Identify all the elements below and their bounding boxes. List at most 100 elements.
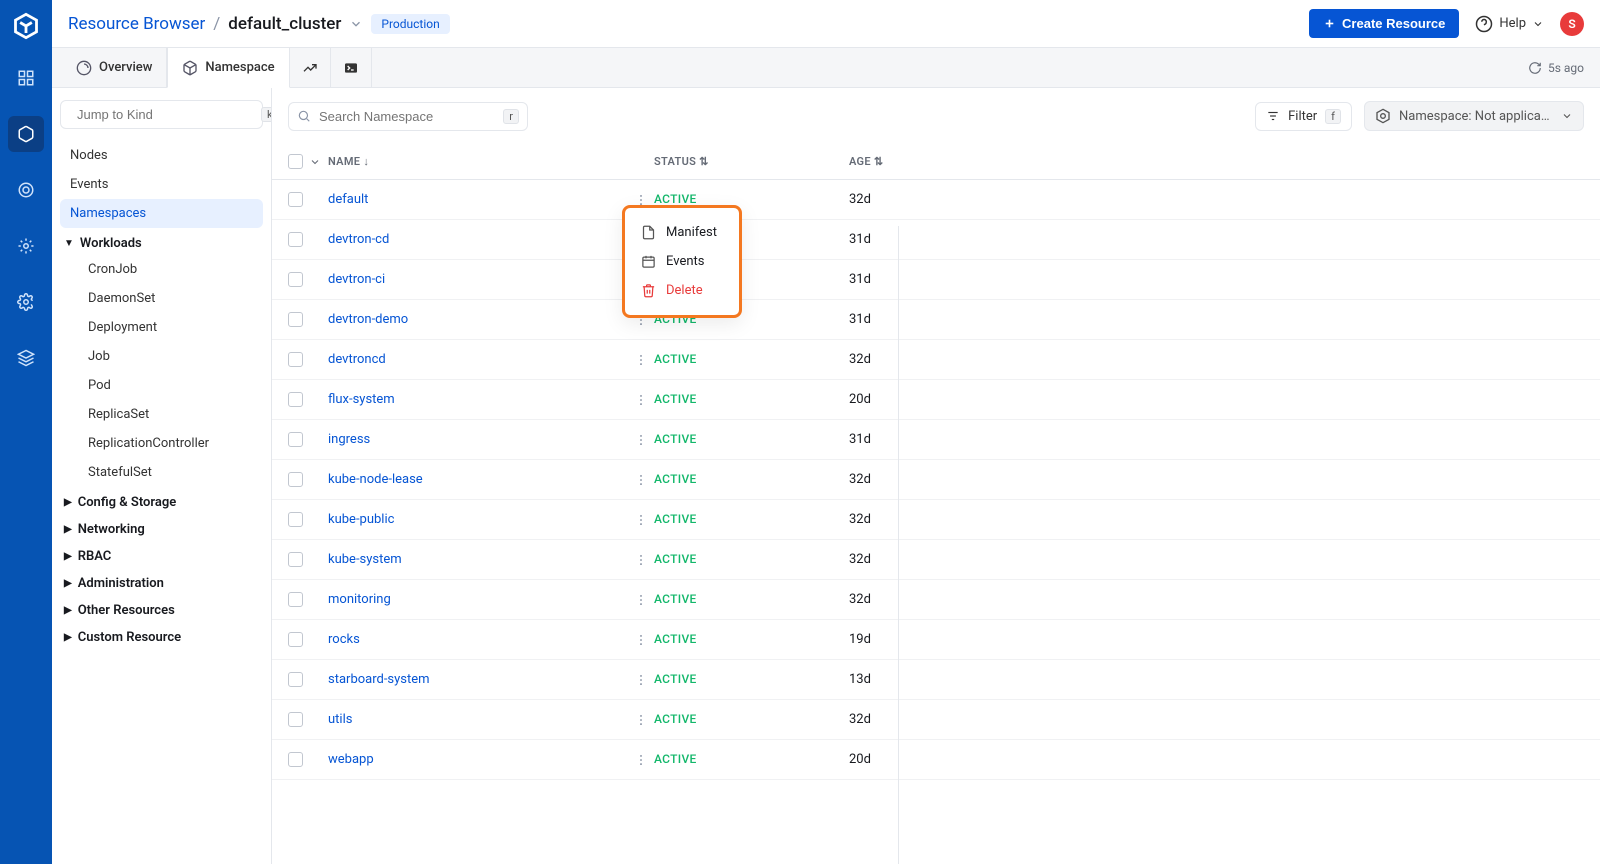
sidebar-sub-cronjob[interactable]: CronJob (60, 255, 263, 284)
menu-item-delete[interactable]: Delete (631, 276, 733, 305)
namespace-name-link[interactable]: webapp (328, 752, 374, 767)
filter-button[interactable]: Filter f (1255, 102, 1352, 131)
row-checkbox[interactable] (288, 552, 303, 567)
row-checkbox[interactable] (288, 712, 303, 727)
tab-overview[interactable]: Overview (62, 48, 167, 87)
namespace-name-link[interactable]: kube-node-lease (328, 472, 423, 487)
namespace-name-link[interactable]: rocks (328, 632, 360, 647)
refresh-status[interactable]: 5s ago (1512, 48, 1600, 87)
breadcrumb-root-link[interactable]: Resource Browser (68, 14, 205, 34)
nav-resource-browser-icon[interactable] (8, 116, 44, 152)
select-all-checkbox[interactable] (288, 154, 303, 169)
namespace-name-link[interactable]: devtron-cd (328, 232, 389, 247)
user-avatar[interactable]: S (1560, 12, 1584, 36)
namespace-selector[interactable]: Namespace: Not applicable (1364, 101, 1584, 131)
col-age-header[interactable]: AGE (849, 155, 871, 168)
sidebar-item-nodes[interactable]: Nodes (60, 141, 263, 170)
namespace-name-link[interactable]: kube-system (328, 552, 402, 567)
row-checkbox[interactable] (288, 512, 303, 527)
row-checkbox[interactable] (288, 752, 303, 767)
menu-item-manifest[interactable]: Manifest (631, 218, 733, 247)
sidebar-sub-job[interactable]: Job (60, 342, 263, 371)
row-menu-button[interactable] (628, 633, 654, 647)
row-menu-button[interactable] (628, 433, 654, 447)
status-badge: ACTIVE (654, 392, 697, 406)
row-checkbox[interactable] (288, 232, 303, 247)
row-menu-button[interactable] (628, 593, 654, 607)
namespace-name-link[interactable]: utils (328, 712, 352, 727)
row-checkbox[interactable] (288, 192, 303, 207)
row-checkbox[interactable] (288, 432, 303, 447)
row-checkbox[interactable] (288, 632, 303, 647)
row-checkbox[interactable] (288, 312, 303, 327)
refresh-label: 5s ago (1548, 61, 1584, 75)
sidebar-item-namespaces[interactable]: Namespaces (60, 199, 263, 228)
row-menu-button[interactable] (628, 353, 654, 367)
row-menu-button[interactable] (628, 753, 654, 767)
namespace-name-link[interactable]: devtroncd (328, 352, 386, 367)
tab-overview-label: Overview (99, 60, 152, 75)
sidebar-group-administration[interactable]: ▶Administration (60, 568, 263, 595)
help-menu[interactable]: Help (1475, 15, 1544, 33)
overview-icon (76, 60, 92, 76)
sidebar-group-networking[interactable]: ▶Networking (60, 514, 263, 541)
namespace-name-link[interactable]: flux-system (328, 392, 395, 407)
row-menu-button[interactable] (628, 473, 654, 487)
create-resource-button[interactable]: Create Resource (1309, 9, 1459, 38)
table-row: rocksACTIVE19d (272, 620, 1600, 660)
sidebar-sub-statefulset[interactable]: StatefulSet (60, 458, 263, 487)
sidebar-group-workloads[interactable]: ▼Workloads (60, 228, 263, 255)
namespace-name-link[interactable]: kube-public (328, 512, 394, 527)
chevron-down-icon[interactable] (349, 17, 363, 31)
nav-dashboard-icon[interactable] (8, 60, 44, 96)
row-menu-button[interactable] (628, 393, 654, 407)
row-checkbox[interactable] (288, 392, 303, 407)
jump-to-kind[interactable]: k (60, 100, 263, 129)
row-checkbox[interactable] (288, 672, 303, 687)
namespace-label: Namespace: Not applicable (1399, 109, 1553, 124)
tab-chart-icon[interactable] (290, 48, 331, 87)
search-namespace[interactable]: r (288, 102, 528, 131)
age-value: 19d (849, 632, 1584, 647)
sidebar-group-custom[interactable]: ▶Custom Resource (60, 622, 263, 649)
tab-namespace[interactable]: Namespace (167, 48, 289, 88)
namespace-name-link[interactable]: devtron-ci (328, 272, 385, 287)
age-value: 32d (849, 592, 1584, 607)
chevron-down-icon[interactable] (309, 156, 321, 168)
menu-item-events[interactable]: Events (631, 247, 733, 276)
sidebar-group-other[interactable]: ▶Other Resources (60, 595, 263, 622)
sidebar-group-rbac[interactable]: ▶RBAC (60, 541, 263, 568)
row-menu-button[interactable] (628, 673, 654, 687)
namespace-name-link[interactable]: ingress (328, 432, 370, 447)
nav-layers-icon[interactable] (8, 340, 44, 376)
content-toolbar: r Filter f Namespace: Not applicable (272, 88, 1600, 144)
row-menu-button[interactable] (628, 553, 654, 567)
jump-input[interactable] (77, 107, 253, 122)
row-menu-button[interactable] (628, 513, 654, 527)
row-menu-button[interactable] (628, 713, 654, 727)
namespace-name-link[interactable]: default (328, 192, 368, 207)
row-checkbox[interactable] (288, 472, 303, 487)
sidebar-sub-daemonset[interactable]: DaemonSet (60, 284, 263, 313)
namespace-name-link[interactable]: monitoring (328, 592, 391, 607)
namespace-name-link[interactable]: devtron-demo (328, 312, 408, 327)
age-value: 31d (849, 432, 1584, 447)
sidebar-sub-replicationcontroller[interactable]: ReplicationController (60, 429, 263, 458)
sidebar-group-config-storage[interactable]: ▶Config & Storage (60, 487, 263, 514)
namespace-name-link[interactable]: starboard-system (328, 672, 430, 687)
tab-terminal-icon[interactable] (331, 48, 372, 87)
col-name-header[interactable]: NAME (328, 155, 360, 168)
nav-settings-icon[interactable] (8, 284, 44, 320)
row-checkbox[interactable] (288, 592, 303, 607)
nav-cluster-icon[interactable] (8, 228, 44, 264)
sidebar-item-events[interactable]: Events (60, 170, 263, 199)
sidebar-sub-replicaset[interactable]: ReplicaSet (60, 400, 263, 429)
col-status-header[interactable]: STATUS (654, 155, 696, 168)
row-checkbox[interactable] (288, 352, 303, 367)
nav-target-icon[interactable] (8, 172, 44, 208)
sidebar-sub-pod[interactable]: Pod (60, 371, 263, 400)
search-input[interactable] (319, 109, 495, 124)
sidebar-sub-deployment[interactable]: Deployment (60, 313, 263, 342)
namespace-table: NAME ↓ STATUS ⇅ AGE ⇅ defaultACTIVE32dde… (272, 144, 1600, 864)
row-checkbox[interactable] (288, 272, 303, 287)
